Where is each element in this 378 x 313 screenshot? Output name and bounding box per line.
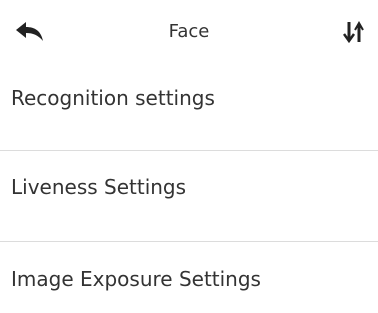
settings-menu: Recognition settings Liveness Settings I… [0, 64, 378, 312]
back-button[interactable] [8, 14, 52, 50]
sort-button[interactable] [336, 14, 372, 50]
menu-item-label: Recognition settings [11, 86, 215, 110]
menu-item-recognition-settings[interactable]: Recognition settings [0, 64, 378, 151]
menu-item-liveness-settings[interactable]: Liveness Settings [0, 151, 378, 242]
page-title: Face [168, 21, 210, 42]
sort-icon [343, 21, 364, 43]
menu-item-label: Liveness Settings [11, 175, 187, 199]
header-bar: Face [0, 0, 378, 64]
menu-item-label: Image Exposure Settings [11, 267, 261, 291]
menu-item-image-exposure-settings[interactable]: Image Exposure Settings [0, 242, 378, 312]
back-arrow-icon [16, 22, 43, 41]
